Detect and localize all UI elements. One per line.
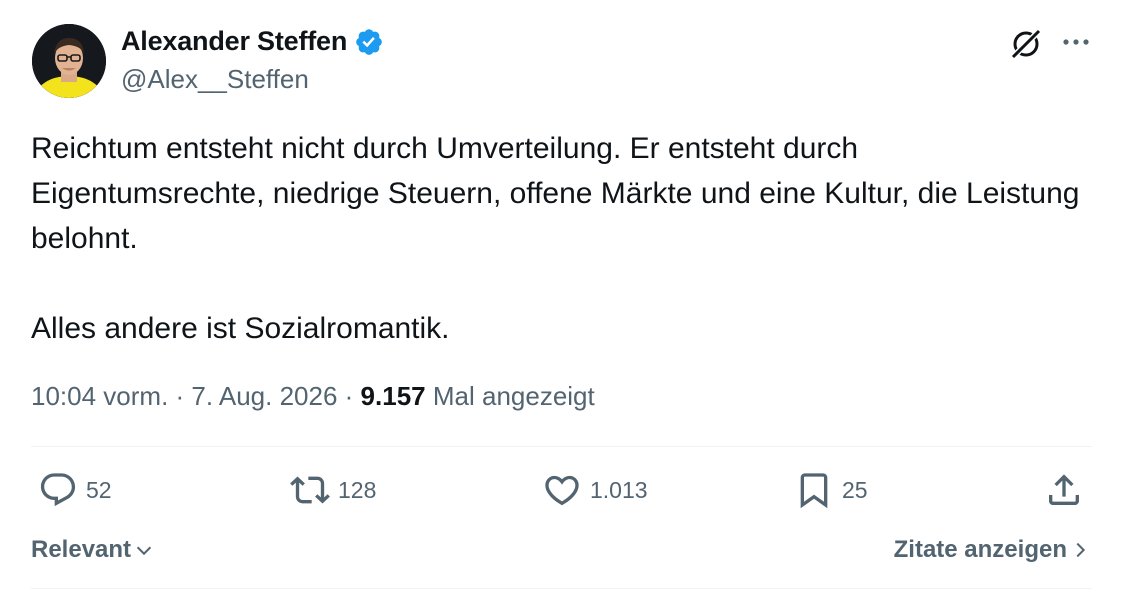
chevron-right-icon [1076,542,1086,558]
grok-icon[interactable] [1008,26,1044,62]
author-name-row[interactable]: Alexander Steffen [121,26,384,57]
views-label: Mal angezeigt [432,381,595,411]
meta-separator: · [337,381,361,411]
tweet-meta: 10:04 vorm. · 7. Aug. 2026 · 9.157 Mal a… [31,381,595,412]
tweet-paragraph-1: Reichtum entsteht nicht durch Umverteilu… [31,132,1080,255]
sort-label: Relevant [31,536,132,563]
like-count: 1.013 [590,476,648,503]
quotes-label: Zitate anzeigen [893,536,1067,563]
reply-icon [40,473,76,507]
more-icon[interactable] [1060,28,1092,56]
repost-count: 128 [338,476,377,503]
share-button[interactable] [1044,470,1084,510]
views-count: 9.157 [360,381,426,411]
like-button[interactable]: 1.013 [542,470,648,510]
avatar-image [32,24,106,98]
divider-bottom [31,588,1092,589]
tweet-date[interactable]: 7. Aug. 2026 [191,381,337,411]
tweet-text: Reichtum entsteht nicht durch Umverteilu… [31,126,1091,351]
sort-relevant-dropdown[interactable]: Relevant [31,536,155,564]
avatar[interactable] [32,24,106,98]
author-display-name[interactable]: Alexander Steffen [121,26,347,57]
tweet-time[interactable]: 10:04 vorm. [31,381,168,411]
reply-count: 52 [86,476,112,503]
repost-icon [290,476,330,504]
like-icon [545,475,579,506]
repost-button[interactable]: 128 [290,470,376,510]
meta-separator: · [168,381,192,411]
divider-top [31,446,1092,447]
share-icon [1049,474,1079,505]
tweet-paragraph-2: Alles andere ist Sozialromantik. [31,312,450,345]
bookmark-count: 25 [842,476,868,503]
author-handle[interactable]: @Alex__Steffen [121,64,309,95]
verified-badge-icon [356,28,382,55]
bookmark-button[interactable]: 25 [794,470,868,510]
view-quotes-link[interactable]: Zitate anzeigen [894,536,1091,564]
reply-button[interactable]: 52 [38,470,112,510]
chevron-down-icon [136,546,152,556]
bookmark-icon [800,473,828,509]
